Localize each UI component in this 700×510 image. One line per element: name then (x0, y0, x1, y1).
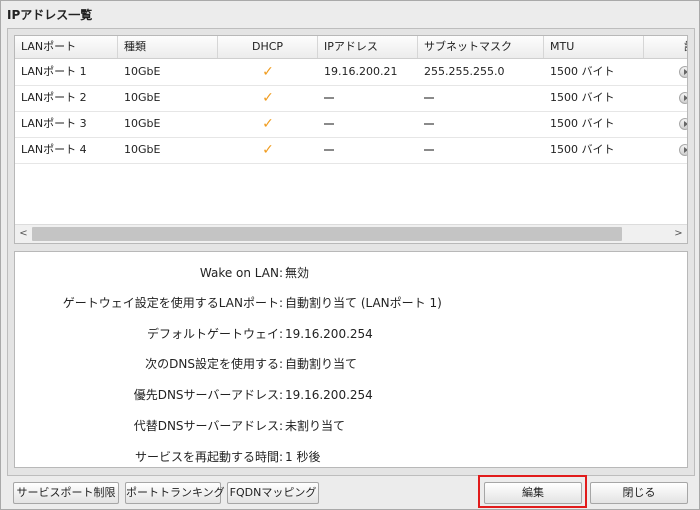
detail-value: 自動割り当て (LANポート 1) (285, 296, 442, 310)
lan-port-cell: LANポート 2 (21, 91, 87, 104)
detail-row-wake-on-lan: Wake on LAN: 無効 (15, 263, 687, 283)
dhcp-cell: ✓ (218, 85, 318, 111)
horizontal-scrollbar[interactable]: < > (15, 224, 687, 243)
lan-port-cell: LANポート 4 (21, 143, 87, 156)
detail-value: 無効 (285, 266, 310, 280)
detail-label: デフォルトゲートウェイ: (146, 327, 283, 341)
details-arrow-icon[interactable] (679, 118, 687, 130)
details-cell (644, 111, 687, 137)
column-header-ip-address[interactable]: IPアドレス (318, 36, 418, 58)
dash-icon (424, 149, 434, 151)
column-header-details[interactable]: 詳細 (644, 36, 687, 58)
ip-address-cell (318, 111, 418, 137)
edit-button[interactable]: 編集 (484, 482, 582, 504)
check-icon: ✓ (262, 90, 274, 106)
detail-row-gateway-port: ゲートウェイ設定を使用するLANポート: 自動割り当て (LANポート 1) (15, 293, 687, 313)
table-header: LANポート 種類 DHCP IPアドレス サブネットマスク MTU 詳細 (15, 36, 687, 59)
detail-value: 19.16.200.254 (285, 327, 373, 341)
detail-row-default-gateway: デフォルトゲートウェイ: 19.16.200.254 (15, 324, 687, 344)
column-header-type[interactable]: 種類 (118, 36, 218, 58)
dash-icon (424, 123, 434, 125)
details-arrow-icon[interactable] (679, 92, 687, 104)
detail-value: 自動割り当て (285, 357, 358, 371)
table-row[interactable]: LANポート 2 10GbE ✓ 1500 バイト (15, 85, 687, 112)
ip-address-cell (318, 85, 418, 111)
subnet-mask-cell (418, 111, 544, 137)
dhcp-cell: ✓ (218, 59, 318, 85)
dialog-content: LANポート 種類 DHCP IPアドレス サブネットマスク MTU 詳細 LA… (7, 28, 695, 476)
detail-label: ゲートウェイ設定を使用するLANポート: (62, 296, 283, 310)
subnet-mask-cell: 255.255.255.0 (424, 65, 505, 78)
service-port-restriction-button[interactable]: サービスポート制限 (13, 482, 119, 504)
details-cell (644, 85, 687, 111)
lan-port-table: LANポート 種類 DHCP IPアドレス サブネットマスク MTU 詳細 LA… (14, 35, 688, 244)
scroll-left-icon[interactable]: < (15, 225, 32, 243)
details-arrow-icon[interactable] (679, 144, 687, 156)
dash-icon (324, 97, 334, 99)
column-header-lan-port[interactable]: LANポート (15, 36, 118, 58)
mtu-cell: 1500 バイト (550, 65, 615, 78)
port-trunking-button[interactable]: ポートトランキング (125, 482, 225, 504)
check-icon: ✓ (262, 116, 274, 132)
detail-value: 未割り当て (285, 419, 346, 433)
check-icon: ✓ (262, 142, 274, 158)
detail-label: 次のDNS設定を使用する: (145, 357, 283, 371)
detail-label: Wake on LAN: (199, 266, 283, 280)
dash-icon (324, 149, 334, 151)
dhcp-cell: ✓ (218, 111, 318, 137)
fqdn-mapping-button[interactable]: FQDNマッピング (227, 482, 319, 504)
ip-address-list-dialog: IPアドレス一覧 LANポート 種類 DHCP IPアドレス サブネットマスク … (0, 0, 700, 510)
column-header-subnet-mask[interactable]: サブネットマスク (418, 36, 544, 58)
detail-label: サービスを再起動する時間: (134, 450, 283, 464)
detail-label: 優先DNSサーバーアドレス: (133, 388, 283, 402)
details-cell (644, 137, 687, 163)
type-cell: 10GbE (124, 117, 161, 130)
check-icon: ✓ (262, 64, 274, 80)
type-cell: 10GbE (124, 143, 161, 156)
lan-port-cell: LANポート 3 (21, 117, 87, 130)
detail-row-restart-time: サービスを再起動する時間: 1 秒後 (15, 447, 687, 467)
detail-row-dns-setting: 次のDNS設定を使用する: 自動割り当て (15, 354, 687, 374)
dash-icon (424, 97, 434, 99)
mtu-cell: 1500 バイト (550, 143, 615, 156)
column-header-dhcp[interactable]: DHCP (218, 36, 318, 58)
network-details-panel: Wake on LAN: 無効 ゲートウェイ設定を使用するLANポート: 自動割… (14, 251, 688, 468)
lan-port-cell: LANポート 1 (21, 65, 87, 78)
detail-row-secondary-dns: 代替DNSサーバーアドレス: 未割り当て (15, 416, 687, 436)
details-cell (644, 59, 687, 85)
table-row[interactable]: LANポート 1 10GbE ✓ 19.16.200.21 255.255.25… (15, 59, 687, 86)
detail-value: 19.16.200.254 (285, 388, 373, 402)
scrollbar-thumb[interactable] (32, 227, 622, 241)
subnet-mask-cell (418, 85, 544, 111)
detail-label: 代替DNSサーバーアドレス: (133, 419, 283, 433)
table-row[interactable]: LANポート 4 10GbE ✓ 1500 バイト (15, 137, 687, 164)
ip-address-cell (318, 137, 418, 163)
type-cell: 10GbE (124, 91, 161, 104)
dialog-title: IPアドレス一覧 (7, 8, 93, 22)
details-arrow-icon[interactable] (679, 66, 687, 78)
dash-icon (324, 123, 334, 125)
ip-address-cell: 19.16.200.21 (324, 65, 398, 78)
dhcp-cell: ✓ (218, 137, 318, 163)
mtu-cell: 1500 バイト (550, 91, 615, 104)
scroll-right-icon[interactable]: > (670, 225, 687, 243)
subnet-mask-cell (418, 137, 544, 163)
detail-row-primary-dns: 優先DNSサーバーアドレス: 19.16.200.254 (15, 385, 687, 405)
type-cell: 10GbE (124, 65, 161, 78)
close-button[interactable]: 閉じる (590, 482, 688, 504)
table-row[interactable]: LANポート 3 10GbE ✓ 1500 バイト (15, 111, 687, 138)
detail-value: 1 秒後 (285, 450, 321, 464)
column-header-mtu[interactable]: MTU (544, 36, 644, 58)
mtu-cell: 1500 バイト (550, 117, 615, 130)
